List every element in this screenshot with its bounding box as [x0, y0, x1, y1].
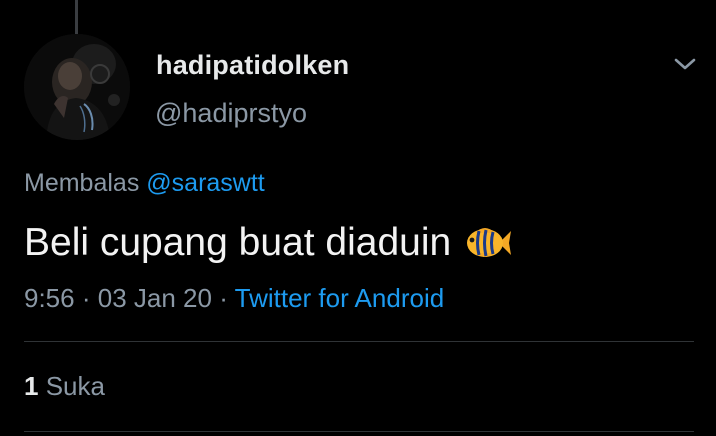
reply-mention-link[interactable]: @saraswtt	[146, 169, 264, 197]
thread-connector-line	[75, 0, 78, 34]
reply-prefix: Membalas	[24, 169, 140, 197]
likes-count: 1	[24, 371, 39, 401]
divider	[24, 431, 694, 432]
tweet-text: Beli cupang buat diaduin	[24, 221, 513, 265]
chevron-down-icon[interactable]	[672, 54, 698, 74]
tweet-time: 9:56	[24, 283, 75, 313]
likes-stat[interactable]: 1 Suka	[24, 371, 105, 402]
tweet-date: 03 Jan 20	[97, 283, 212, 313]
divider	[24, 341, 694, 342]
display-name[interactable]: hadipatidolken	[156, 50, 349, 81]
tweet-meta: 9:56 · 03 Jan 20 · Twitter for Android	[24, 283, 444, 314]
meta-separator: ·	[219, 283, 228, 313]
tropical-fish-icon	[465, 225, 513, 261]
tweet-source-link[interactable]: Twitter for Android	[235, 283, 445, 313]
reply-context: Membalas @saraswtt	[24, 169, 265, 198]
avatar[interactable]	[24, 34, 130, 140]
avatar-image	[24, 34, 130, 140]
user-handle[interactable]: @hadiprstyo	[155, 98, 307, 129]
meta-separator: ·	[81, 283, 91, 313]
likes-label: Suka	[45, 371, 105, 401]
tweet-body: Beli cupang buat diaduin	[24, 221, 452, 264]
